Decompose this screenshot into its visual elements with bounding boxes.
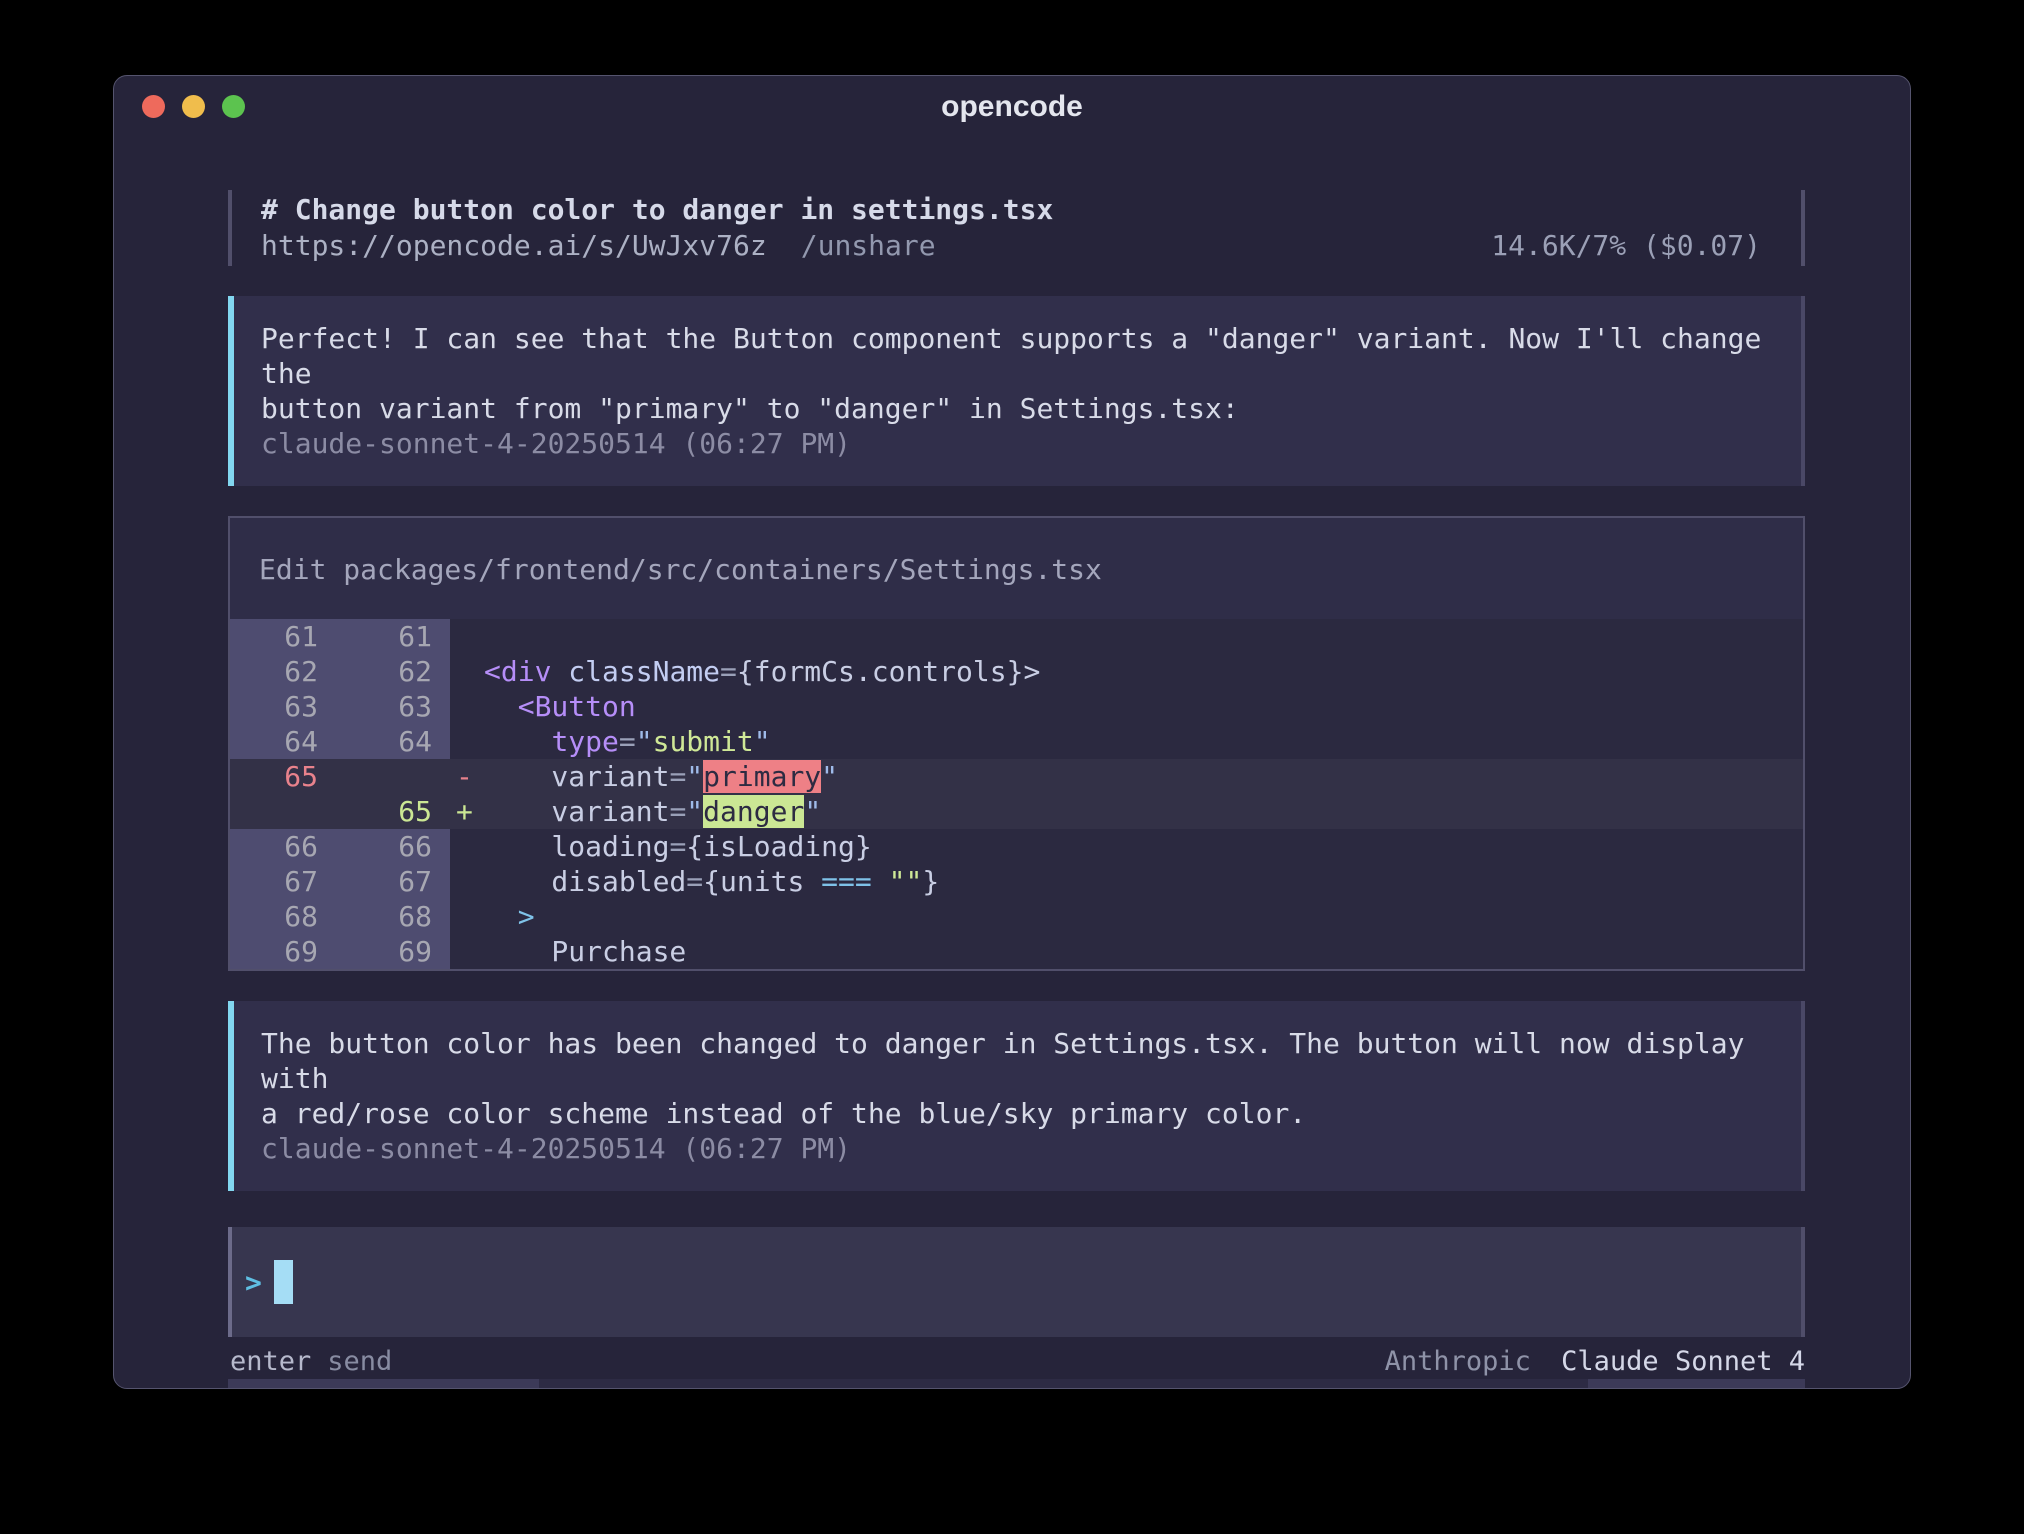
prompt-symbol: > (245, 1266, 262, 1299)
hint-enter-action: send (327, 1345, 392, 1379)
diff-row: 65 - variant="primary" (230, 759, 1803, 794)
tab-key-hint: tab (1499, 1379, 1546, 1389)
edit-tool-title: Edit packages/frontend/src/containers/Se… (230, 518, 1803, 619)
assistant-message: Perfect! I can see that the Button compo… (228, 296, 1805, 486)
session-header-right-bar (1801, 190, 1805, 266)
line-number-new: 68 (336, 899, 450, 934)
hint-enter-key: enter (230, 1345, 311, 1379)
app-version: v0.3.11 (399, 1388, 509, 1390)
line-number-old: 61 (230, 619, 336, 654)
diff-row: 6161 (230, 619, 1803, 654)
code-line: variant="danger" (484, 794, 821, 829)
session-title: # Change button color to danger in setti… (261, 192, 1801, 228)
mode-label-rest: MODE (1712, 1388, 1775, 1390)
line-number-new: 65 (336, 794, 450, 829)
diff-rows: 61616262 <div className={formCs.controls}… (230, 619, 1803, 969)
message-meta: claude-sonnet-4-20250514 (06:27 PM) (261, 426, 1773, 461)
code-line: loading={isLoading} (484, 829, 872, 864)
mode-badge[interactable]: BUILD MODE (1588, 1379, 1805, 1389)
line-number-new: 66 (336, 829, 450, 864)
line-number-new: 67 (336, 864, 450, 899)
message-text-line: Perfect! I can see that the Button compo… (261, 321, 1773, 391)
app-window: opencode # Change button color to danger… (113, 75, 1911, 1389)
model-provider: Anthropic (1385, 1346, 1531, 1377)
text-cursor (274, 1260, 293, 1304)
line-number-new: 62 (336, 654, 450, 689)
diff-row: 6363 <Button (230, 689, 1803, 724)
diff-marker (450, 899, 484, 934)
app-name-bold: code (321, 1388, 384, 1390)
line-number-new: 63 (336, 689, 450, 724)
line-number-new: 61 (336, 619, 450, 654)
edit-tool-card: Edit packages/frontend/src/containers/Se… (228, 516, 1805, 971)
diff-row: 6262 <div className={formCs.controls}> (230, 654, 1803, 689)
diff-marker (450, 864, 484, 899)
diff-row: 65+ variant="danger" (230, 794, 1803, 829)
message-text-line: button variant from "primary" to "danger… (261, 391, 1773, 426)
code-line: Purchase (484, 934, 686, 969)
diff-row: 6868 > (230, 899, 1803, 934)
code-line: disabled={units === ""} (484, 864, 939, 899)
context-usage: 14.6K/7% ($0.07) (1491, 228, 1801, 264)
diff-marker: - (450, 759, 484, 794)
diff-row: 6464 type="submit" (230, 724, 1803, 759)
share-url[interactable]: https://opencode.ai/s/UwJxv76z (261, 228, 767, 264)
line-number-old: 66 (230, 829, 336, 864)
diff-marker: + (450, 794, 484, 829)
model-name: Claude Sonnet 4 (1561, 1346, 1805, 1377)
diff-marker (450, 934, 484, 969)
window-title: opencode (114, 90, 1910, 124)
line-number-old (230, 794, 336, 829)
assistant-message: The button color has been changed to dan… (228, 1001, 1805, 1191)
diff-row: 6767 disabled={units === ""} (230, 864, 1803, 899)
app-name: open (258, 1388, 321, 1390)
line-number-old: 62 (230, 654, 336, 689)
diff-marker (450, 689, 484, 724)
session-header: # Change button color to danger in setti… (228, 190, 1805, 266)
unshare-command[interactable]: /unshare (801, 228, 936, 264)
diff-row: 6666 loading={isLoading} (230, 829, 1803, 864)
mode-label-bold: BUILD (1618, 1388, 1696, 1390)
hints-row: enter send Anthropic Claude Sonnet 4 (228, 1345, 1805, 1379)
line-number-old: 68 (230, 899, 336, 934)
message-meta: claude-sonnet-4-20250514 (06:27 PM) (261, 1131, 1773, 1166)
line-number-old: 64 (230, 724, 336, 759)
message-text-line: a red/rose color scheme instead of the b… (261, 1096, 1773, 1131)
line-number-old: 63 (230, 689, 336, 724)
line-number-old: 69 (230, 934, 336, 969)
app-version-chip: opencode v0.3.11 (228, 1379, 539, 1389)
code-line: > (484, 899, 535, 934)
code-line: type="submit" (484, 724, 771, 759)
code-line: <Button (484, 689, 636, 724)
line-number-old: 65 (230, 759, 336, 794)
line-number-old: 67 (230, 864, 336, 899)
code-line: variant="primary" (484, 759, 838, 794)
diff-marker (450, 829, 484, 864)
diff-marker (450, 724, 484, 759)
status-bar: opencode v0.3.11 ~/Desktop/Projects/demo… (228, 1379, 1805, 1389)
code-line: <div className={formCs.controls}> (484, 654, 1040, 689)
diff-marker (450, 654, 484, 689)
model-indicator: Anthropic Claude Sonnet 4 (1385, 1345, 1805, 1379)
working-directory: ~/Desktop/Projects/demo-notes-app (571, 1379, 1088, 1389)
titlebar: opencode (114, 76, 1910, 134)
diff-marker (450, 619, 484, 654)
message-text-line: The button color has been changed to dan… (261, 1026, 1773, 1096)
line-number-new: 64 (336, 724, 450, 759)
line-number-new (336, 759, 450, 794)
prompt-input[interactable]: > (228, 1227, 1805, 1337)
diff-row: 6969 Purchase (230, 934, 1803, 969)
line-number-new: 69 (336, 934, 450, 969)
